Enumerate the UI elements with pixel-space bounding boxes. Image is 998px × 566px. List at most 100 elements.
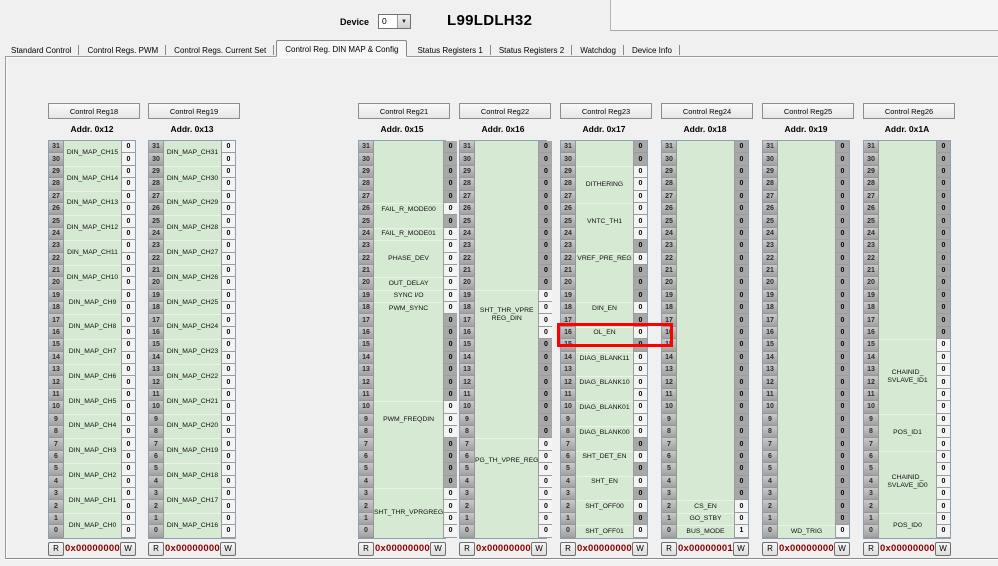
bit-value-cell[interactable]: 0 [835, 500, 849, 513]
bit-value-cell[interactable]: 0 [538, 202, 553, 216]
bit-value-cell[interactable]: 0 [121, 450, 135, 464]
bit-value-cell[interactable]: 0 [121, 314, 135, 327]
bit-value-cell[interactable]: 0 [936, 141, 950, 154]
bit-value-cell[interactable]: 0 [538, 525, 553, 538]
bit-value-cell[interactable]: 0 [835, 525, 849, 538]
bit-value-cell[interactable]: 0 [121, 388, 135, 402]
bit-value-cell[interactable]: 0 [835, 314, 849, 327]
bit-value-cell[interactable]: 0 [936, 165, 950, 179]
bit-value-cell[interactable]: 0 [221, 202, 235, 216]
bit-value-cell[interactable]: 0 [221, 463, 235, 476]
bit-value-cell[interactable]: 0 [443, 525, 458, 538]
bit-value-cell[interactable]: 0 [443, 264, 458, 278]
bit-value-cell[interactable]: 0 [538, 401, 553, 414]
bit-value-cell[interactable]: 0 [538, 425, 553, 439]
bit-value-cell[interactable]: 0 [221, 227, 235, 241]
bit-value-cell[interactable]: 0 [121, 364, 135, 377]
bit-value-cell[interactable]: 0 [936, 153, 950, 166]
bit-value-cell[interactable]: 0 [936, 376, 950, 389]
bit-value-cell[interactable]: 0 [835, 450, 849, 464]
bit-value-cell[interactable]: 0 [633, 141, 647, 154]
bit-value-cell[interactable]: 0 [121, 165, 135, 179]
bit-value-cell[interactable]: 0 [538, 475, 553, 488]
bit-value-cell[interactable]: 0 [633, 413, 647, 426]
bit-value-cell[interactable]: 0 [633, 525, 647, 538]
bit-value-cell[interactable]: 0 [538, 302, 553, 315]
bit-value-cell[interactable]: 0 [221, 525, 235, 538]
bit-value-cell[interactable]: 0 [443, 240, 458, 253]
bit-value-cell[interactable]: 0 [936, 339, 950, 352]
bit-value-cell[interactable]: 0 [443, 475, 458, 488]
bit-value-cell[interactable]: 0 [936, 475, 950, 488]
bit-value-cell[interactable]: 0 [633, 264, 647, 278]
bit-value-cell[interactable]: 0 [221, 500, 235, 513]
bit-value-cell[interactable]: 0 [734, 141, 748, 154]
bit-value-cell[interactable]: 0 [633, 202, 647, 216]
bit-value-cell[interactable]: 0 [443, 190, 458, 203]
bit-value-cell[interactable]: 0 [734, 302, 748, 315]
bit-value-cell[interactable]: 0 [633, 376, 647, 389]
bit-value-cell[interactable]: 0 [221, 264, 235, 278]
bit-value-cell[interactable]: 0 [221, 302, 235, 315]
bit-value-cell[interactable]: 0 [443, 376, 458, 389]
bit-value-cell[interactable]: 0 [121, 240, 135, 253]
bit-value-cell[interactable]: 0 [734, 252, 748, 265]
bit-value-cell[interactable]: 0 [734, 388, 748, 402]
bit-value-cell[interactable]: 0 [936, 525, 950, 538]
bit-value-cell[interactable]: 0 [734, 487, 748, 501]
bit-value-cell[interactable]: 0 [734, 376, 748, 389]
bit-value-cell[interactable]: 0 [221, 401, 235, 414]
bit-value-cell[interactable]: 0 [734, 512, 748, 526]
bit-value-cell[interactable]: 0 [538, 487, 553, 501]
bit-value-cell[interactable]: 0 [121, 438, 135, 451]
bit-value-cell[interactable]: 0 [734, 227, 748, 241]
bit-value-cell[interactable]: 0 [936, 289, 950, 303]
bit-value-cell[interactable]: 0 [538, 178, 553, 191]
tab-control-regs-pwm[interactable]: Control Regs. PWM [79, 43, 166, 57]
bit-value-cell[interactable]: 0 [734, 401, 748, 414]
bit-value-cell[interactable]: 0 [734, 202, 748, 216]
bit-value-cell[interactable]: 0 [633, 388, 647, 402]
bit-value-cell[interactable]: 0 [936, 450, 950, 464]
bit-value-cell[interactable]: 0 [221, 277, 235, 290]
bit-value-cell[interactable]: 0 [835, 364, 849, 377]
bit-value-cell[interactable]: 0 [538, 289, 553, 303]
bit-value-cell[interactable]: 0 [936, 215, 950, 228]
bit-value-cell[interactable]: 0 [734, 425, 748, 439]
bit-value-cell[interactable]: 0 [734, 264, 748, 278]
bit-value-cell[interactable]: 0 [443, 252, 458, 265]
bit-value-cell[interactable]: 0 [936, 413, 950, 426]
bit-value-cell[interactable]: 0 [633, 240, 647, 253]
bit-value-cell[interactable]: 0 [734, 289, 748, 303]
write-button[interactable]: W [935, 541, 951, 556]
bit-value-cell[interactable]: 0 [221, 252, 235, 265]
bit-value-cell[interactable]: 0 [936, 202, 950, 216]
bit-value-cell[interactable]: 0 [633, 475, 647, 488]
bit-value-cell[interactable]: 0 [633, 178, 647, 191]
bit-value-cell[interactable]: 0 [734, 240, 748, 253]
bit-value-cell[interactable]: 0 [835, 240, 849, 253]
bit-value-cell[interactable]: 0 [633, 190, 647, 203]
bit-value-cell[interactable]: 0 [835, 512, 849, 526]
bit-value-cell[interactable]: 0 [936, 425, 950, 439]
bit-value-cell[interactable]: 0 [835, 388, 849, 402]
write-button[interactable]: W [834, 541, 850, 556]
bit-value-cell[interactable]: 0 [835, 326, 849, 340]
bit-value-cell[interactable]: 0 [835, 376, 849, 389]
bit-value-cell[interactable]: 0 [734, 463, 748, 476]
bit-value-cell[interactable]: 0 [633, 165, 647, 179]
bit-value-cell[interactable]: 0 [221, 141, 235, 154]
bit-value-cell[interactable]: 0 [734, 178, 748, 191]
bit-value-cell[interactable]: 0 [936, 314, 950, 327]
bit-value-cell[interactable]: 0 [443, 326, 458, 340]
bit-value-cell[interactable]: 0 [121, 425, 135, 439]
bit-value-cell[interactable]: 0 [221, 450, 235, 464]
bit-value-cell[interactable]: 0 [936, 264, 950, 278]
bit-value-cell[interactable]: 0 [936, 438, 950, 451]
bit-value-cell[interactable]: 0 [221, 165, 235, 179]
bit-value-cell[interactable]: 0 [936, 364, 950, 377]
tab-status-registers-1[interactable]: Status Registers 1 [409, 43, 492, 57]
bit-value-cell[interactable]: 0 [835, 190, 849, 203]
bit-value-cell[interactable]: 0 [734, 438, 748, 451]
bit-value-cell[interactable]: 0 [538, 314, 553, 327]
